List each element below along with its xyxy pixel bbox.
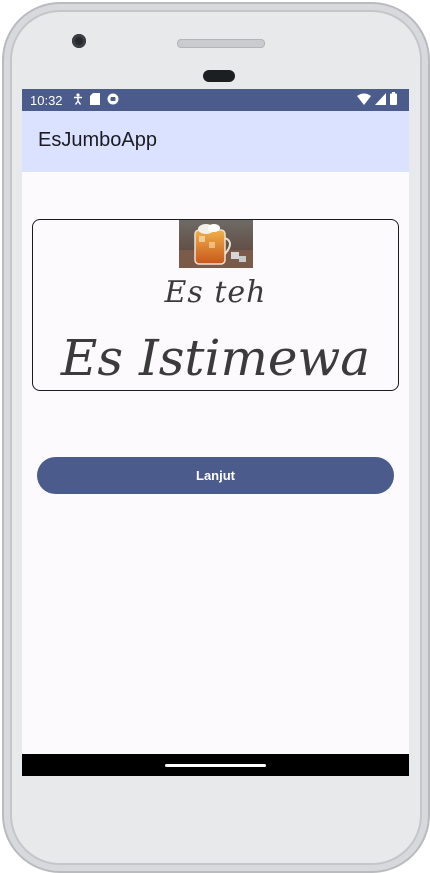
battery-icon [390,92,397,108]
wifi-icon [357,93,371,108]
front-camera [72,34,86,48]
product-card: Es teh Es Istimewa [32,219,399,391]
card-title: Es Istimewa [60,329,371,387]
accessibility-icon [73,92,83,108]
status-right-icons [357,92,397,108]
app-screen: 10:32 EsJumboApp Es teh Es Istimewa Lanj… [22,89,409,776]
sd-card-icon [89,92,100,108]
speaker-grill [177,39,265,48]
app-bar: EsJumboApp [22,111,409,172]
status-bar: 10:32 [22,89,409,111]
earpiece [203,70,235,82]
card-subtitle: Es teh [164,275,267,310]
lanjut-button[interactable]: Lanjut [37,457,394,494]
cell-signal-icon [375,92,386,108]
app-title: EsJumboApp [38,129,157,151]
home-indicator[interactable] [165,764,266,767]
iced-tea-photo [179,220,253,268]
navigation-bar [22,754,409,776]
status-left-icons [73,92,119,108]
app-notification-icon [107,93,119,108]
status-time: 10:32 [30,92,63,108]
